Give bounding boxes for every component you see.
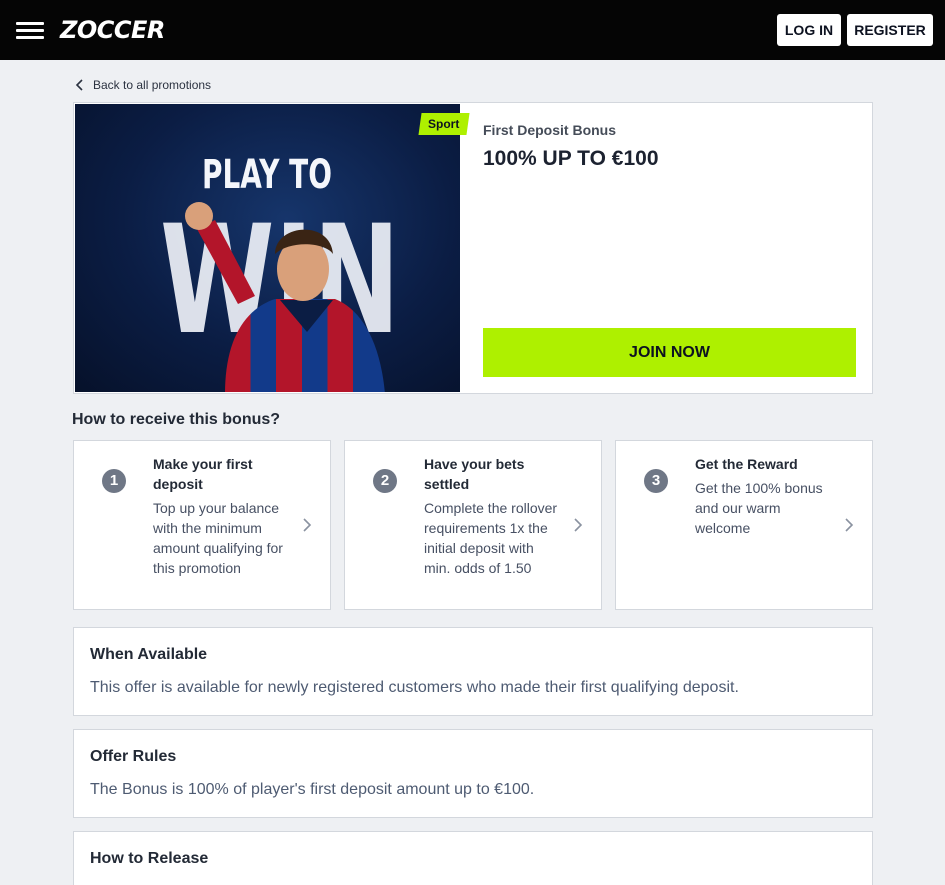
back-link-label: Back to all promotions — [93, 78, 212, 92]
step-text: Get the 100% bonus and our warm welcome — [695, 480, 823, 536]
step-card-1[interactable]: 1 Make your first deposit Top up your ba… — [73, 440, 331, 610]
register-button[interactable]: REGISTER — [847, 14, 933, 46]
sport-badge: Sport — [418, 113, 470, 135]
section-text: This offer is available for newly regist… — [90, 679, 739, 696]
join-now-button[interactable]: JOIN NOW — [483, 328, 856, 377]
promotion-title: 100% UP TO €100 — [483, 147, 659, 170]
login-button[interactable]: LOG IN — [777, 14, 841, 46]
section-title: When Available — [90, 646, 208, 663]
how-to-release-section: How to Release — [73, 831, 873, 885]
step-card-2[interactable]: 2 Have your bets settled Complete the ro… — [344, 440, 602, 610]
hamburger-menu-icon[interactable] — [16, 20, 44, 40]
how-to-heading: How to receive this bonus? — [72, 411, 281, 428]
when-available-section: When Available This offer is available f… — [73, 627, 873, 716]
chevron-right-icon — [303, 518, 312, 532]
chevron-right-icon — [845, 518, 854, 532]
step-number: 2 — [373, 469, 397, 493]
step-text: Top up your balance with the minimum amo… — [153, 500, 283, 576]
logo[interactable]: ZOCCER — [60, 14, 165, 46]
image-headline-top: PLAY TO — [202, 152, 332, 198]
promotion-subtitle: First Deposit Bonus — [483, 122, 617, 138]
step-number: 3 — [644, 469, 668, 493]
promotion-image: PLAY TO WIN — [75, 104, 460, 392]
section-text: The Bonus is 100% of player's first depo… — [90, 781, 535, 798]
step-card-3[interactable]: 3 Get the Reward Get the 100% bonus and … — [615, 440, 873, 610]
back-to-promotions-link[interactable]: Back to all promotions — [75, 76, 211, 94]
offer-rules-section: Offer Rules The Bonus is 100% of player'… — [73, 729, 873, 818]
step-text: Complete the rollover requirements 1x th… — [424, 500, 558, 576]
step-title: Make your first deposit — [153, 456, 253, 492]
promotion-card: PLAY TO WIN Sport First Deposit Bonus 10… — [73, 102, 873, 394]
chevron-left-icon — [75, 79, 83, 91]
chevron-right-icon — [574, 518, 583, 532]
step-title: Have your bets settled — [424, 456, 525, 492]
top-bar: ZOCCER LOG IN REGISTER — [0, 0, 945, 60]
section-title: Offer Rules — [90, 748, 177, 765]
step-number: 1 — [102, 469, 126, 493]
section-title: How to Release — [90, 850, 209, 867]
step-title: Get the Reward — [695, 456, 798, 472]
